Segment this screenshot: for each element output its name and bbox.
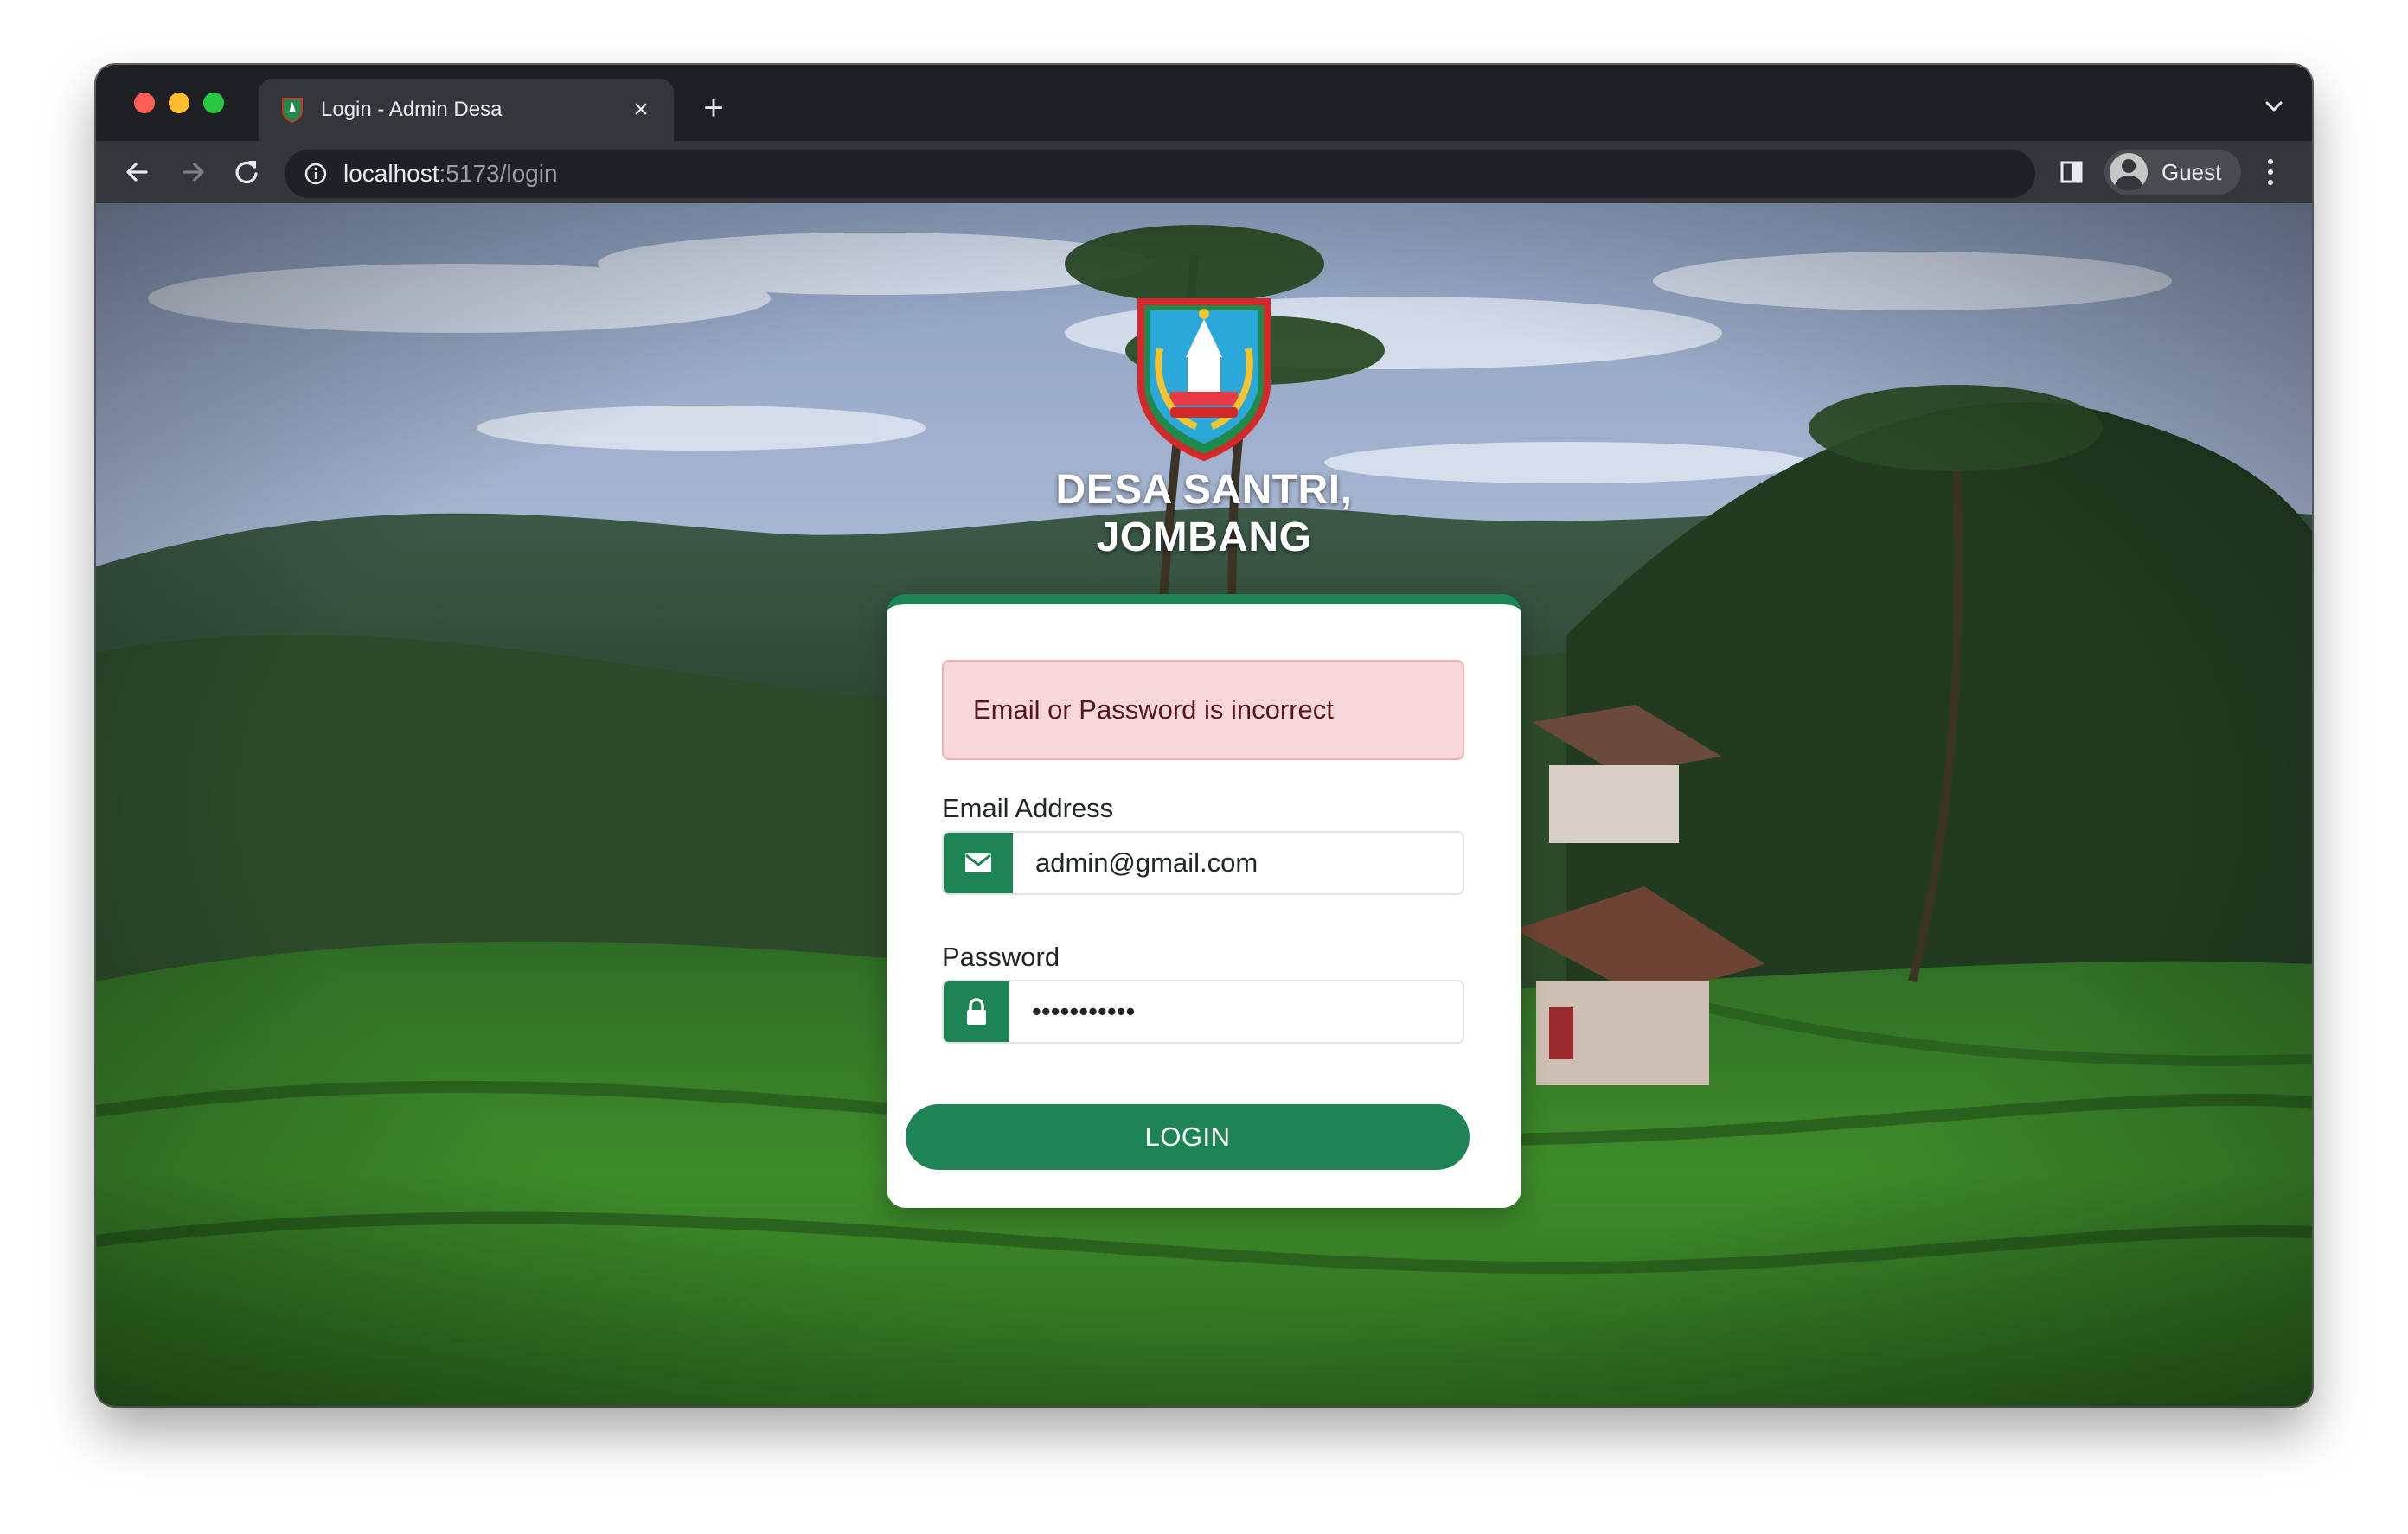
new-tab-button[interactable]: + xyxy=(693,87,734,129)
maximize-window-button[interactable] xyxy=(203,93,224,113)
close-window-button[interactable] xyxy=(134,93,155,113)
envelope-icon xyxy=(944,833,1013,893)
brand-header: DESA SANTRI, JOMBANG xyxy=(961,297,1447,561)
kebab-menu-icon[interactable] xyxy=(2265,155,2276,189)
tab-search-chevron-icon[interactable] xyxy=(2262,94,2286,118)
url-host: localhost xyxy=(343,160,439,187)
address-bar[interactable]: localhost:5173/login xyxy=(285,150,2035,198)
tab-strip: Login - Admin Desa × + xyxy=(96,65,2312,141)
window-controls xyxy=(134,93,224,113)
lock-icon xyxy=(944,981,1009,1042)
error-alert: Email or Password is incorrect xyxy=(942,660,1464,760)
minimize-window-button[interactable] xyxy=(169,93,189,113)
browser-window: Login - Admin Desa × + localhost:5173/lo… xyxy=(96,65,2312,1406)
jombang-emblem-logo xyxy=(1137,298,1271,461)
login-button[interactable]: LOGIN xyxy=(906,1104,1470,1170)
page-viewport: DESA SANTRI, JOMBANG Email or Password i… xyxy=(96,203,2312,1406)
back-icon[interactable] xyxy=(118,153,157,191)
favicon-emblem-icon xyxy=(282,98,303,123)
profile-label: Guest xyxy=(2161,158,2222,185)
password-field[interactable] xyxy=(1009,981,1463,1042)
email-label: Email Address xyxy=(942,793,1114,823)
reload-icon[interactable] xyxy=(227,153,266,191)
side-panel-icon[interactable] xyxy=(2059,160,2084,184)
profile-button[interactable]: Guest xyxy=(2104,150,2241,195)
brand-title: DESA SANTRI, JOMBANG xyxy=(1055,467,1353,560)
close-tab-icon[interactable]: × xyxy=(625,94,656,125)
url-path: :5173/login xyxy=(439,160,558,187)
email-field[interactable] xyxy=(1013,833,1463,893)
email-input-group xyxy=(942,831,1464,895)
avatar-icon xyxy=(2110,153,2148,191)
password-label: Password xyxy=(942,942,1060,972)
login-card: Email or Password is incorrect Email Add… xyxy=(887,594,1521,1208)
active-tab[interactable]: Login - Admin Desa × xyxy=(259,79,674,141)
tab-title: Login - Admin Desa xyxy=(321,98,503,121)
info-icon[interactable] xyxy=(304,162,328,186)
forward-icon[interactable] xyxy=(174,153,212,191)
browser-toolbar: localhost:5173/login Guest xyxy=(96,141,2312,203)
password-input-group xyxy=(942,980,1464,1044)
